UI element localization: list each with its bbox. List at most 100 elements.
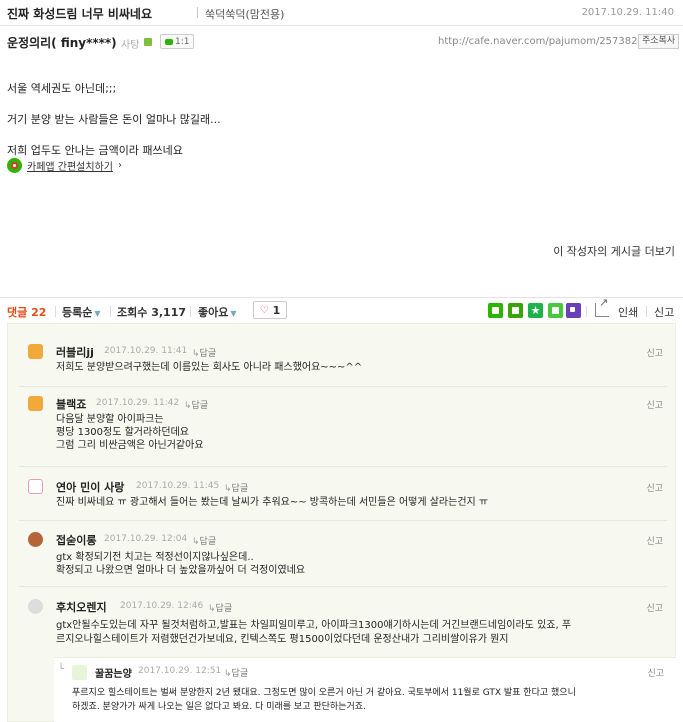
reply-button[interactable]: ↳답글 [192, 534, 216, 547]
reply-arrow-icon: ↳ [192, 349, 200, 359]
comment-text: 푸르지오 힐스테이트는 벌써 분양한지 2년 됐대요. 그정도면 많이 오른거 … [72, 688, 576, 698]
comment-report-button[interactable]: 신고 [646, 346, 663, 359]
reply-button[interactable]: ↳답글 [184, 398, 208, 411]
comment-report-button[interactable]: 신고 [646, 601, 663, 614]
comment-author[interactable]: 꿀꿈는양 [95, 665, 132, 680]
avatar[interactable] [72, 665, 87, 680]
comments-counter[interactable]: 댓글 22 [7, 304, 46, 320]
comment-text: gtx안될수도있는데 자꾸 될것처럼하고,발표는 차일피일미루고, 아이파크13… [56, 620, 572, 631]
share-out-icon[interactable] [595, 296, 609, 317]
comment-text: 저희도 분양받으려구했는데 이름있는 회사도 아니라 패스했어요~~~^^ [56, 362, 363, 373]
toolbar-divider [110, 306, 111, 317]
caret-down-icon: ▼ [230, 309, 237, 318]
comment-report-button[interactable]: 신고 [646, 398, 663, 411]
comment-date: 2017.10.29. 12:04 [104, 534, 188, 544]
like-count: 1 [272, 303, 281, 317]
comments-count: 22 [31, 306, 47, 319]
cafe-app-install-link[interactable]: 카페앱 간편설치하기 › [7, 158, 122, 173]
toolbar-divider [586, 306, 587, 317]
comment-text: 다음달 분양할 아이파크는 [56, 414, 164, 425]
comment-author[interactable]: 접숟이롱 [56, 532, 96, 548]
post-title: 진짜 화성드림 너무 비싸네요 [7, 7, 153, 21]
memo-share-icon[interactable] [566, 303, 581, 318]
nested-reply: └ 꿀꿈는양 2017.10.29. 12:51 ↳답글 신고 푸르지오 힐스테… [54, 657, 676, 722]
avatar[interactable] [28, 396, 43, 411]
reply-arrow-icon: ↳ [208, 604, 216, 614]
comment-date: 2017.10.29. 12:51 [138, 666, 222, 676]
comment-report-button[interactable]: 신고 [646, 481, 663, 494]
reply-button[interactable]: ↳답글 [192, 346, 216, 359]
comment-date: 2017.10.29. 11:41 [104, 346, 188, 356]
body-line: 거기 분양 받는 사람들은 돈이 얼마나 많길래... [7, 113, 221, 126]
toolbar-divider [190, 306, 191, 317]
comment-divider [19, 466, 667, 467]
comment-divider [19, 386, 667, 387]
comment-date: 2017.10.29. 11:42 [96, 398, 180, 408]
like-button[interactable]: ♡ 1 [253, 301, 287, 319]
comment-text: 그럼 그리 비싼금액은 아닌거같아요 [56, 440, 204, 451]
reply-button[interactable]: ↳답글 [224, 666, 248, 679]
sort-label: 등록순 [62, 306, 93, 319]
post-category-link[interactable]: 쑥덕쑥덕(맘전용) [205, 6, 284, 22]
reply-label: 답글 [191, 401, 209, 411]
reply-label: 답글 [231, 669, 249, 679]
like-dropdown[interactable]: 좋아요 ▼ [198, 304, 237, 320]
comment-author[interactable]: 연아 민이 사랑 [56, 479, 124, 495]
comment-text: gtx 확정되기전 치고는 적정선이지않나싶은데.. [56, 552, 254, 563]
cafe-share-icon[interactable] [508, 303, 523, 318]
author-grade: 사탕 [121, 40, 140, 51]
copy-address-button[interactable]: 주소복사 [638, 34, 680, 49]
views-label: 조회수 [117, 306, 148, 319]
reply-arrow-icon: ↳ [224, 484, 232, 494]
chevron-right-icon: › [117, 160, 122, 171]
reply-arrow-icon: ↳ [184, 401, 192, 411]
comment-list: 러블리jj 2017.10.29. 11:41 ↳답글 신고 저희도 분양받으려… [7, 323, 676, 722]
avatar[interactable] [28, 532, 43, 547]
caret-down-icon: ▼ [94, 309, 101, 318]
reply-button[interactable]: ↳답글 [224, 481, 248, 494]
more-posts-link[interactable]: 이 작성자의 게시글 더보기 [553, 243, 675, 259]
cafe-app-install-label: 카페앱 간편설치하기 [27, 162, 113, 173]
comment-date: 2017.10.29. 12:46 [120, 601, 204, 611]
reply-label: 답글 [199, 349, 217, 359]
comment-report-button[interactable]: 신고 [647, 666, 664, 679]
sort-dropdown[interactable]: 등록순 ▼ [62, 304, 101, 320]
comment-author[interactable]: 러블리jj [56, 344, 94, 360]
post-date: 2017.10.29. 11:40 [581, 7, 674, 18]
comment-author[interactable]: 블랙죠 [56, 396, 86, 412]
grade-icon [144, 38, 152, 46]
reply-label: 답글 [199, 537, 217, 547]
blog-share-icon[interactable] [488, 303, 503, 318]
print-button[interactable]: 인쇄 [618, 304, 638, 320]
cafe-app-icon [7, 158, 22, 173]
reply-arrow-icon: ↳ [192, 537, 200, 547]
band-share-icon[interactable] [548, 303, 563, 318]
comment-text: 평당 1300정도 할거라하던데요 [56, 427, 190, 438]
report-post-button[interactable]: 신고 [654, 304, 674, 320]
body-line: 저희 업두도 안나는 금액이라 패쓰네요 [7, 144, 183, 157]
chat-button-label: 1:1 [175, 36, 190, 47]
chat-button[interactable]: 1:1 [160, 34, 195, 49]
avatar[interactable] [28, 479, 43, 494]
author-name[interactable]: 운정의리( finy****) [7, 34, 117, 51]
views-count: 3,117 [151, 306, 187, 319]
avatar[interactable] [28, 599, 43, 614]
view-count: 조회수 3,117 [117, 304, 186, 320]
comment-author[interactable]: 후치오렌지 [56, 599, 107, 615]
body-line: 서울 역세권도 아닌데;;; [7, 82, 117, 95]
comment-text: 하겠죠. 분양가가 싸게 나오는 일은 없다고 봐요. 다 미래를 보고 판단하… [72, 702, 366, 712]
avatar[interactable] [28, 344, 43, 359]
reply-label: 답글 [215, 604, 233, 614]
comment-toolbar: 댓글 22 등록순▼ 조회수 3,117 좋아요▼ ♡ 1 ★ 인쇄 신고 [0, 296, 683, 323]
reply-arrow-icon: ↳ [224, 669, 232, 679]
comment-divider [19, 586, 667, 587]
comment-text: 진짜 비싸네요 ㅠ 광고해서 들어는 봤는데 날씨가 추워요~~ 방콕하는데 서… [56, 497, 489, 508]
toolbar-divider [646, 306, 647, 317]
comment-text: 확정되고 나왔으면 얼마나 더 높았을까싶어 더 걱정이였네요 [56, 565, 306, 576]
like-label: 좋아요 [198, 306, 229, 319]
comment-report-button[interactable]: 신고 [646, 534, 663, 547]
comment-text: 르지오나힐스테이트가 저렴했던건가보네요, 킨텍스쪽도 평1500이었다던데 운… [56, 634, 509, 645]
post-url[interactable]: http://cafe.naver.com/pajumom/2573828 [438, 36, 644, 47]
star-share-icon[interactable]: ★ [528, 303, 543, 318]
reply-button[interactable]: ↳답글 [208, 601, 232, 614]
